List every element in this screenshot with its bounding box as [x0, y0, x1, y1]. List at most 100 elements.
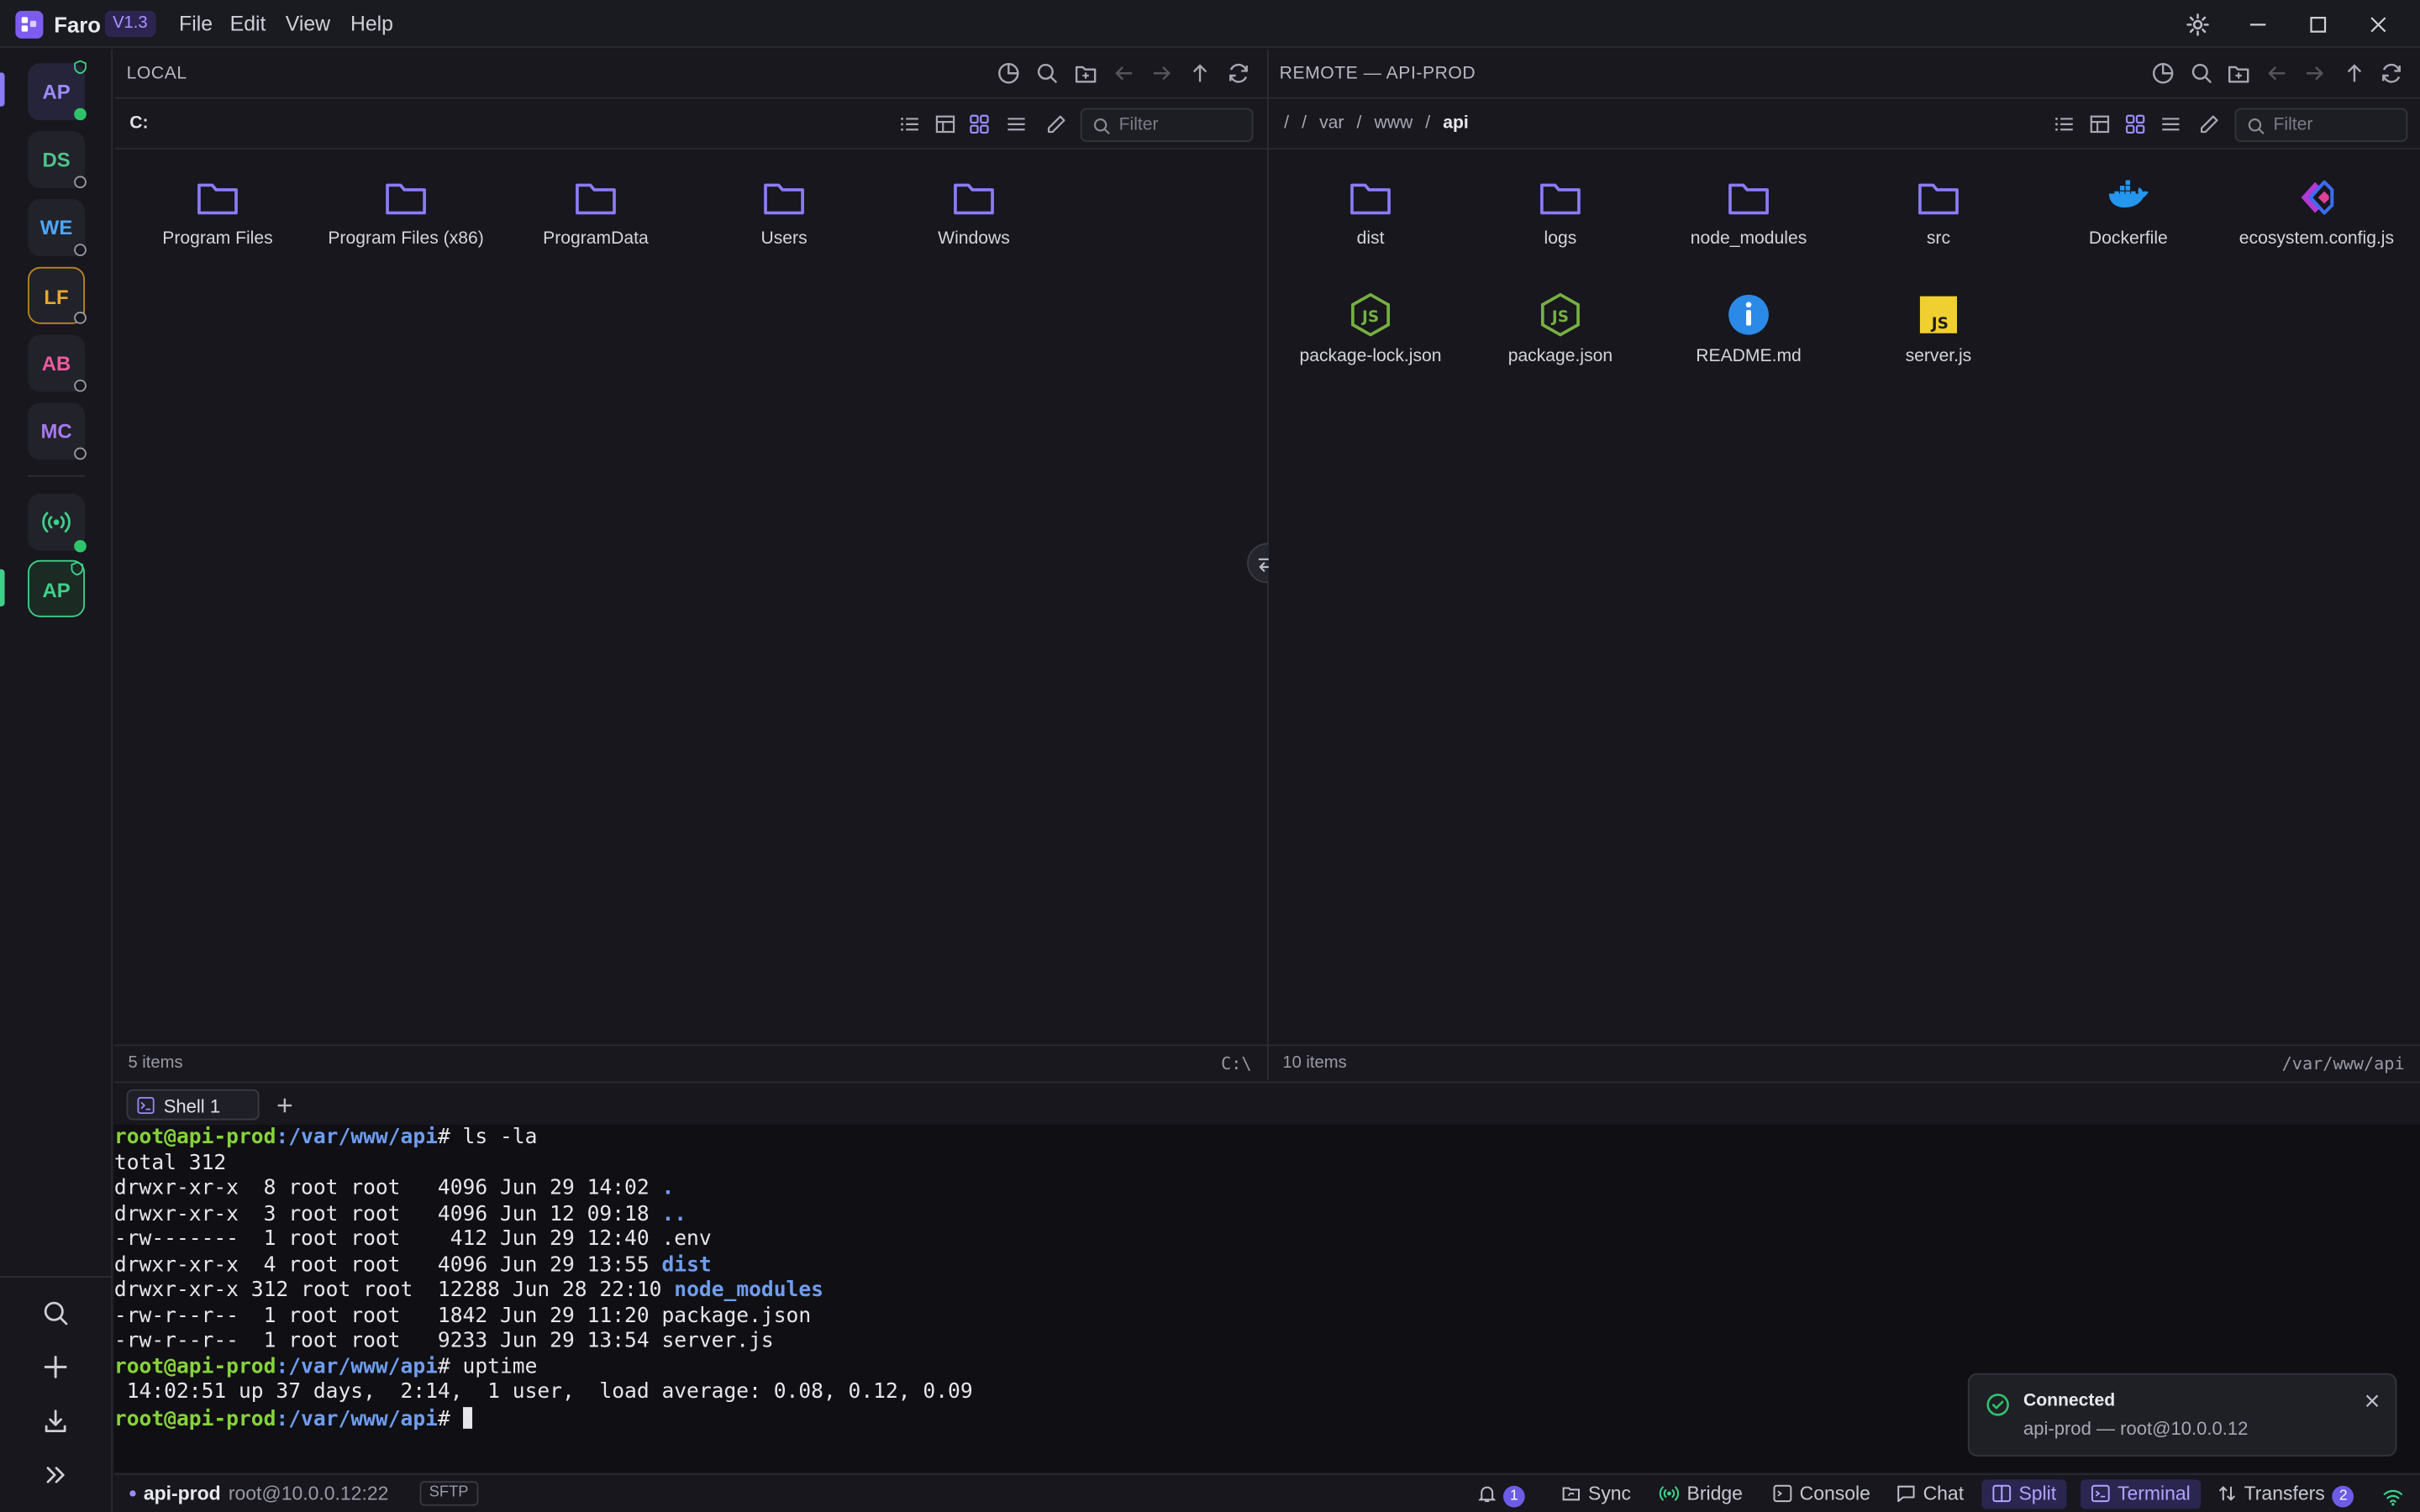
transfers-button[interactable]: Transfers 2	[2217, 1483, 2354, 1508]
edit-pencil-icon[interactable]	[2198, 113, 2222, 136]
search-icon	[2248, 118, 2265, 135]
new-terminal-plus-icon[interactable]	[276, 1097, 293, 1114]
folder-icon	[386, 183, 426, 215]
breadcrumb-var[interactable]: var	[1319, 114, 1344, 133]
details-view-icon[interactable]	[2088, 113, 2112, 136]
folder-icon	[197, 183, 238, 215]
search-icon[interactable]	[2190, 61, 2213, 85]
terminal-line: total 312	[113, 1152, 227, 1175]
up-arrow-icon[interactable]	[1188, 61, 1212, 85]
folder-item[interactable]: Program Files	[125, 175, 310, 283]
new-folder-icon[interactable]	[2227, 61, 2250, 85]
grid-view-icon[interactable]	[968, 113, 992, 136]
notifications-button[interactable]: 1	[1478, 1483, 1525, 1508]
file-item[interactable]: JS package-lock.json	[1278, 291, 1463, 400]
list-view-icon[interactable]	[898, 113, 922, 136]
breadcrumb-root[interactable]: /	[1284, 114, 1289, 133]
folder-item[interactable]: Users	[692, 175, 876, 283]
grid-view-icon[interactable]	[2123, 113, 2147, 136]
menu-file[interactable]: File	[179, 13, 213, 36]
refresh-icon[interactable]	[1227, 61, 1250, 85]
title-bar: Faro V1.3 File Edit View Help	[0, 0, 2420, 48]
folder-item[interactable]: ProgramData	[503, 175, 688, 283]
file-item[interactable]: Dockerfile	[2036, 175, 2221, 283]
bridge-label: Bridge	[1686, 1483, 1743, 1504]
connection-signal-icon	[2383, 1489, 2403, 1506]
status-dot	[74, 312, 87, 324]
menu-edit[interactable]: Edit	[230, 13, 266, 36]
session-indicator[interactable]: api-prod	[129, 1483, 221, 1507]
search-icon[interactable]	[42, 1299, 70, 1327]
split-button[interactable]: Split	[1981, 1479, 2067, 1509]
menu-help[interactable]: Help	[350, 13, 393, 36]
add-icon[interactable]	[42, 1353, 70, 1381]
forward-arrow-icon[interactable]	[1150, 61, 1173, 85]
download-icon[interactable]	[42, 1407, 70, 1435]
bridge-button[interactable]: Bridge	[1659, 1483, 1743, 1507]
file-item[interactable]: JS package.json	[1468, 291, 1653, 400]
breadcrumb: / / var / www / api	[1284, 114, 1469, 133]
disk-usage-icon[interactable]	[997, 61, 1021, 85]
details-view-icon[interactable]	[934, 113, 957, 136]
file-item[interactable]: JS server.js	[1846, 291, 2031, 400]
status-dot-connected	[74, 539, 87, 553]
minimize-icon[interactable]	[2245, 13, 2270, 37]
close-icon[interactable]	[2365, 1394, 2380, 1409]
terminal-icon	[2091, 1484, 2110, 1503]
app-version-badge: V1.3	[104, 10, 155, 38]
breadcrumb-www[interactable]: www	[1374, 114, 1413, 133]
transfers-label: Transfers	[2244, 1483, 2325, 1504]
status-dot	[74, 379, 87, 392]
up-arrow-icon[interactable]	[2343, 61, 2366, 85]
remote-filter-input[interactable]: Filter	[2234, 108, 2408, 142]
terminal-button[interactable]: Terminal	[2080, 1479, 2202, 1509]
broadcast-icon	[42, 512, 71, 533]
back-arrow-icon[interactable]	[1113, 61, 1136, 85]
console-button[interactable]: Console	[1773, 1483, 1870, 1507]
terminal-line: root@api-prod:/var/www/api# uptime	[113, 1355, 538, 1379]
file-name: package.json	[1507, 347, 1613, 366]
chat-button[interactable]: Chat	[1897, 1483, 1964, 1507]
session-label: AB	[41, 351, 71, 375]
sync-button[interactable]: Sync	[1562, 1483, 1631, 1507]
compact-view-icon[interactable]	[1005, 113, 1028, 136]
back-arrow-icon[interactable]	[2265, 61, 2289, 85]
info-icon	[1728, 294, 1769, 335]
console-label: Console	[1799, 1483, 1870, 1504]
compact-view-icon[interactable]	[2160, 113, 2183, 136]
local-path[interactable]: C:	[129, 114, 148, 133]
status-dot	[74, 176, 87, 189]
forward-arrow-icon[interactable]	[2302, 61, 2326, 85]
terminal-tab[interactable]: Shell 1	[126, 1089, 260, 1121]
local-filter-input[interactable]: Filter	[1080, 108, 1254, 142]
file-item[interactable]: ecosystem.config.js	[2224, 175, 2409, 283]
search-icon[interactable]	[1035, 61, 1059, 85]
maximize-icon[interactable]	[2306, 13, 2330, 37]
pm2-config-icon	[2301, 180, 2334, 215]
folder-item[interactable]: src	[1846, 175, 2031, 283]
folder-item[interactable]: node_modules	[1656, 175, 1841, 283]
rail-divider	[0, 1275, 113, 1278]
app-logo-icon	[15, 10, 44, 39]
nodejs-icon: JS	[1351, 292, 1390, 337]
new-folder-icon[interactable]	[1074, 61, 1097, 85]
expand-chevrons-icon[interactable]	[42, 1461, 70, 1488]
folder-item[interactable]: Program Files (x86)	[313, 175, 498, 283]
app-name: Faro	[54, 12, 102, 38]
status-dot-connected	[74, 108, 87, 121]
terminal-line: drwxr-xr-x 8 root root 4096 Jun 29 14:02…	[113, 1177, 675, 1200]
edit-pencil-icon[interactable]	[1044, 113, 1068, 136]
remote-status-row: 10 items /var/www/api	[1268, 1044, 2420, 1080]
breadcrumb-api[interactable]: api	[1443, 114, 1469, 133]
folder-item[interactable]: logs	[1468, 175, 1653, 283]
menu-view[interactable]: View	[286, 13, 330, 36]
docker-icon	[2108, 180, 2149, 208]
file-item[interactable]: README.md	[1656, 291, 1841, 400]
close-window-icon[interactable]	[2366, 13, 2391, 37]
settings-gear-icon[interactable]	[2186, 13, 2210, 37]
refresh-icon[interactable]	[2380, 61, 2403, 85]
list-view-icon[interactable]	[2053, 113, 2076, 136]
folder-item[interactable]: dist	[1278, 175, 1463, 283]
disk-usage-icon[interactable]	[2151, 61, 2175, 85]
folder-item[interactable]: Windows	[881, 175, 1066, 283]
